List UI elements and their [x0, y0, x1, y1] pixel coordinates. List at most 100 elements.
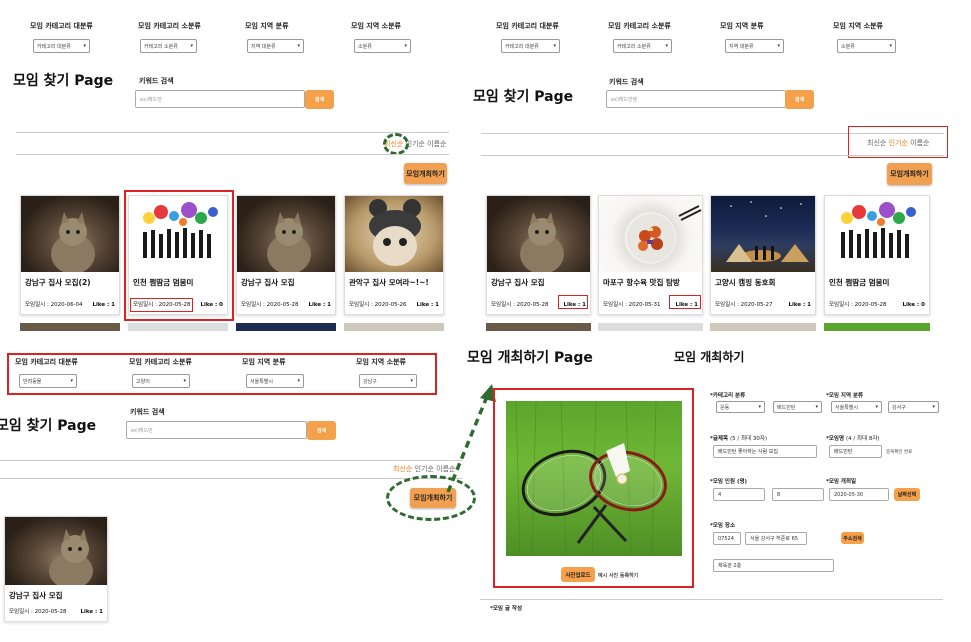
- subject-input[interactable]: 배드민턴 좋아하는 사람 모집: [713, 445, 817, 458]
- filter-label: 모임 지역 분류: [242, 358, 286, 366]
- category-major-select[interactable]: 카테고리 대분류 ▾: [501, 39, 560, 53]
- sort-popular[interactable]: 인기순: [889, 139, 908, 147]
- divider: [0, 460, 462, 461]
- name-check-status: 중복확인 완료: [886, 450, 913, 455]
- chevron-down-icon: ▾: [815, 404, 818, 410]
- meeting-card[interactable]: 강남구 집사 모집 모임일시 : 2020-05-28 Like : 1: [236, 195, 336, 315]
- filter-label: 모임 지역 소분류: [356, 358, 406, 366]
- card-preview: [486, 323, 591, 331]
- search-button[interactable]: 검색: [785, 90, 814, 109]
- keyword-label: 키워드 검색: [139, 77, 174, 85]
- chevron-down-icon: ▾: [190, 43, 193, 49]
- people-illustration: [825, 196, 929, 272]
- address-detail-input[interactable]: 체육관 2층: [713, 559, 834, 572]
- chevron-down-icon: ▾: [665, 43, 668, 49]
- address-input[interactable]: 서울 강서구 허준로 65: [745, 532, 807, 545]
- card-preview: [20, 323, 120, 331]
- create-meeting-button[interactable]: 모임개최하기: [404, 163, 447, 184]
- keyword-input[interactable]: ex)헤드만텐: [606, 90, 786, 108]
- category-minor-select[interactable]: 배드민턴 ▾: [773, 401, 822, 413]
- region-minor-select[interactable]: 소분류 ▾: [837, 39, 896, 53]
- category-minor-select[interactable]: 카테고리 소분류 ▾: [613, 39, 672, 53]
- meeting-card[interactable]: 강남구 집사 모집 모임일시 : 2020-05-28 Like : 1: [4, 516, 108, 622]
- chevron-down-icon: ▾: [553, 43, 556, 49]
- highlight-circle: [383, 133, 409, 155]
- page-title: 모임 찾기 Page: [13, 73, 114, 89]
- card-preview: [598, 323, 703, 331]
- date-input[interactable]: 2020-05-30: [829, 488, 889, 501]
- card-title: 강남구 집사 모집: [9, 591, 63, 600]
- filter-label: 모임 카테고리 소분류: [129, 358, 192, 366]
- address-search-button[interactable]: 주소검색: [841, 532, 864, 544]
- meeting-name-input[interactable]: 배드민턴: [829, 445, 882, 458]
- sort-latest[interactable]: 최신순: [867, 139, 886, 147]
- highlight-box: [130, 298, 193, 312]
- card-date: 모임일시 : 2020-06-04: [25, 302, 83, 308]
- card-date: 모임일시 : 2020-05-31: [603, 302, 661, 308]
- members-max-input[interactable]: 8: [772, 488, 824, 501]
- category-minor-select[interactable]: 고양이 ▾: [132, 374, 190, 388]
- card-preview: [344, 323, 444, 331]
- region-major-select[interactable]: 서울특별시 ▾: [831, 401, 882, 413]
- card-like: Like : 1: [788, 302, 812, 308]
- filter-label: 모임 지역 소분류: [351, 22, 401, 30]
- card-date: 모임일시 : 2020-05-26: [349, 302, 407, 308]
- category-label: *카테고리 분류: [710, 393, 746, 399]
- sort-options: 최신순 인기순 이름순: [867, 138, 929, 148]
- meeting-card[interactable]: 인천 쩜땀금 멈뭄미 모임일시 : 2020-05-28 Like : 0: [824, 195, 930, 315]
- keyword-label: 키워드 검색: [609, 78, 644, 86]
- region-minor-select[interactable]: 소분류 ▾: [354, 39, 411, 53]
- kitten-photo: [345, 196, 443, 272]
- date-picker-button[interactable]: 날짜선택: [894, 488, 920, 501]
- divider: [16, 154, 449, 155]
- card-title: 마포구 항수육 맛집 탐방: [603, 278, 680, 287]
- region-major-select[interactable]: 지역 대분류 ▾: [247, 39, 304, 53]
- sort-name[interactable]: 이름순: [910, 139, 929, 147]
- create-meeting-button[interactable]: 모임개최하기: [887, 163, 932, 185]
- search-button[interactable]: 검색: [307, 421, 336, 440]
- sort-name[interactable]: 이름순: [427, 140, 446, 148]
- card-preview: [824, 323, 930, 331]
- region-major-select[interactable]: 지역 대분류 ▾: [725, 39, 784, 53]
- card-like: Like : 0: [902, 302, 926, 308]
- category-major-select[interactable]: 운동 ▾: [716, 401, 765, 413]
- form-title: 모임 개최하기: [674, 350, 745, 364]
- content-label: *모임 글 작성: [490, 606, 523, 612]
- divider: [16, 132, 449, 133]
- card-like: Like : 1: [80, 609, 104, 615]
- card-preview: [128, 323, 228, 331]
- card-title: 인천 쩜땀금 멈뭄미: [829, 278, 890, 287]
- meeting-card[interactable]: 강남구 집사 모집(2) 모임일시 : 2020-06-04 Like : 1: [20, 195, 120, 315]
- camping-photo: [711, 196, 815, 272]
- keyword-input[interactable]: ex)헤드만: [135, 90, 305, 108]
- members-min-input[interactable]: 4: [713, 488, 765, 501]
- region-major-select[interactable]: 서울특별시 ▾: [246, 374, 304, 388]
- sort-latest[interactable]: 최신순: [393, 465, 412, 473]
- chevron-down-icon: ▾: [70, 378, 73, 384]
- filter-label: 모임 지역 소분류: [833, 22, 883, 30]
- zipcode-input[interactable]: 07524: [713, 532, 741, 545]
- search-button[interactable]: 검색: [305, 90, 334, 109]
- chevron-down-icon: ▾: [410, 378, 413, 384]
- filter-label: 모임 카테고리 소분류: [608, 22, 671, 30]
- meeting-card[interactable]: 고양시 캠핑 동호회 모임일시 : 2020-05-27 Like : 1: [710, 195, 816, 315]
- chevron-down-icon: ▾: [889, 43, 892, 49]
- cat-photo: [21, 196, 119, 272]
- cat-photo: [5, 517, 107, 585]
- meeting-card[interactable]: 관악구 집사 모여라~!~! 모임일시 : 2020-05-26 Like : …: [344, 195, 444, 315]
- food-photo: [599, 196, 702, 272]
- filter-label: 모임 카테고리 대분류: [496, 22, 559, 30]
- card-preview: [710, 323, 816, 331]
- filter-label: 모임 카테고리 대분류: [30, 22, 93, 30]
- chevron-down-icon: ▾: [83, 43, 86, 49]
- keyword-input[interactable]: ex)헤드만: [126, 421, 307, 439]
- category-major-select[interactable]: 반려동물 ▾: [19, 374, 77, 388]
- region-minor-select[interactable]: 강서구 ▾: [888, 401, 939, 413]
- card-title: 관악구 집사 모여라~!~!: [349, 278, 429, 287]
- members-label: *모임 인원 (명): [710, 479, 748, 485]
- sort-popular[interactable]: 인기순: [415, 465, 434, 473]
- upload-photo-button[interactable]: 사진업로드: [561, 567, 595, 582]
- region-minor-select[interactable]: 강남구 ▾: [359, 374, 417, 388]
- category-minor-select[interactable]: 카테고리 소분류 ▾: [140, 39, 197, 53]
- category-major-select[interactable]: 카테고리 대분류 ▾: [33, 39, 90, 53]
